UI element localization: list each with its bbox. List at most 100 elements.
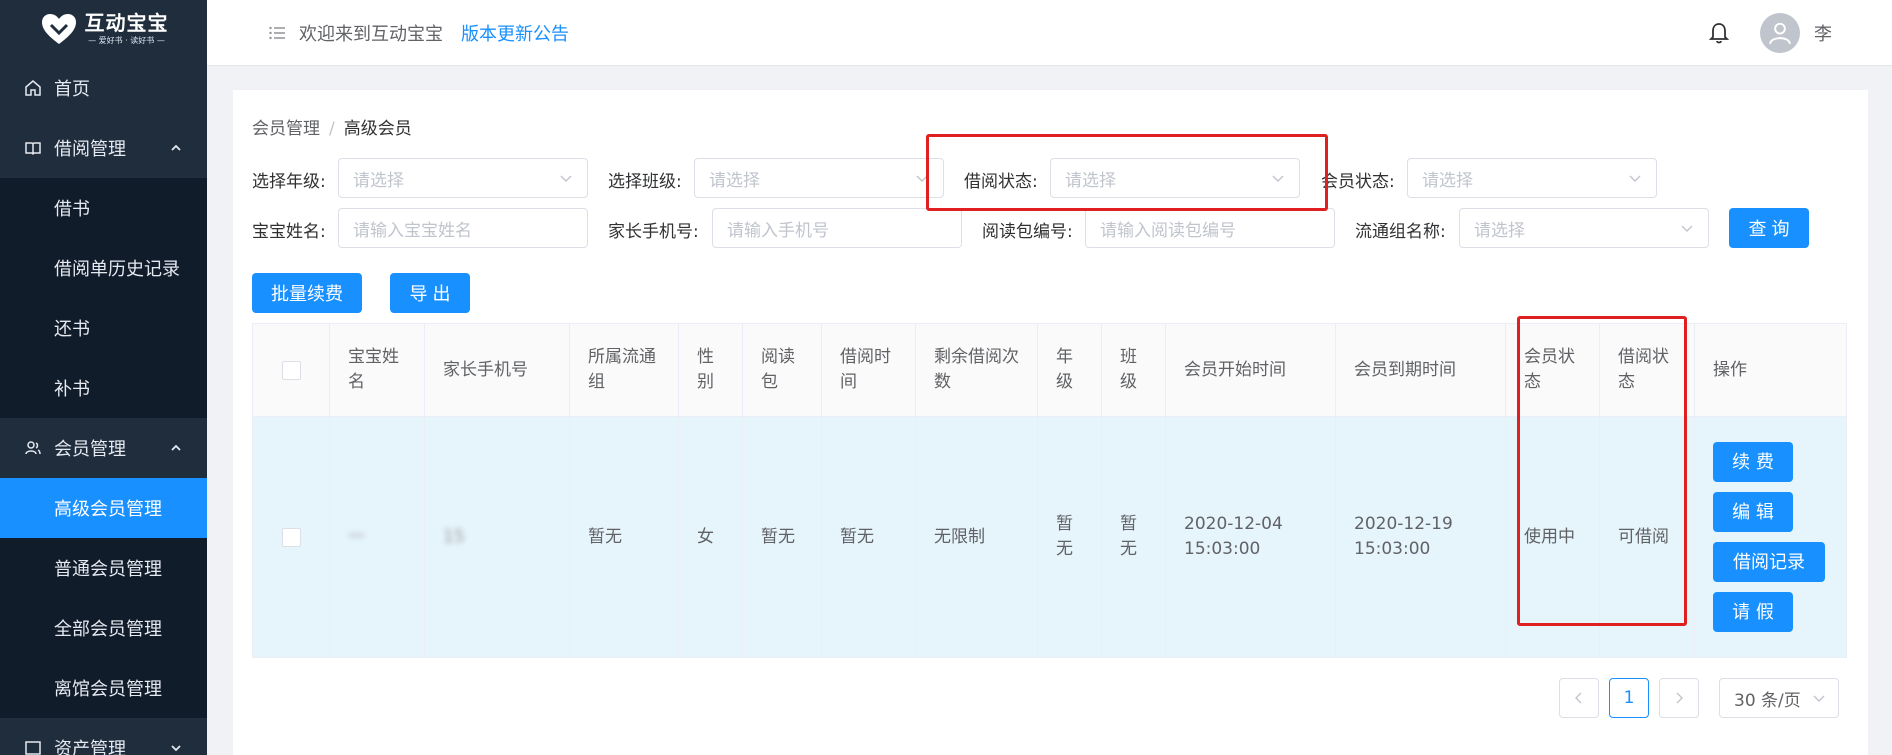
sidebar-group-borrow[interactable]: 借阅管理: [0, 118, 207, 178]
circulation-label: 流通组名称:: [1355, 222, 1446, 242]
announcement-link[interactable]: 版本更新公告: [461, 20, 569, 46]
header-select-all: [253, 324, 330, 416]
sidebar-item-borrow-book[interactable]: 借书: [0, 178, 207, 238]
sidebar-item-return-book[interactable]: 还书: [0, 298, 207, 358]
next-page-button[interactable]: [1659, 678, 1699, 718]
page-scroll-gutter: [1868, 66, 1892, 755]
phone-label: 家长手机号:: [608, 222, 699, 242]
sidebar-item-all-member[interactable]: 全部会员管理: [0, 598, 207, 658]
borrow-status-select[interactable]: 请选择: [1050, 158, 1300, 198]
renew-button[interactable]: 续 费: [1713, 442, 1793, 482]
page-size-select[interactable]: 30 条/页: [1719, 678, 1839, 718]
logo-subtitle: — 爱好书 · 读好书 —: [88, 36, 165, 45]
table-row: 一 15 暂无 女 暂无 暂无 无限制 暂无 暂无 2020-12-04 15:…: [253, 417, 1846, 657]
logo: 互动宝宝 — 爱好书 · 读好书 —: [0, 0, 207, 58]
chevron-down-icon: [1272, 175, 1284, 182]
package-placeholder: 请输入阅读包编号: [1100, 220, 1236, 241]
chevron-down-icon: [916, 175, 928, 182]
phone-placeholder: 请输入手机号: [727, 220, 829, 241]
menu-toggle-icon[interactable]: [269, 26, 285, 40]
grade-label: 选择年级:: [252, 172, 326, 192]
class-select[interactable]: 请选择: [694, 158, 944, 198]
members-table: 宝宝姓名 家长手机号 所属流通组 性别 阅读包 借阅时间 剩余借阅次数 年级 班…: [252, 323, 1847, 658]
query-button[interactable]: 查 询: [1729, 208, 1809, 248]
user-name[interactable]: 李: [1814, 20, 1832, 46]
chevron-down-icon: [171, 745, 181, 752]
home-icon: [24, 79, 42, 97]
users-icon: [24, 439, 42, 457]
phone-value: 15: [443, 526, 465, 547]
logo-heart-icon: [41, 14, 76, 44]
cell-remaining: 无限制: [916, 417, 1038, 657]
package-label: 阅读包编号:: [982, 222, 1073, 242]
export-button[interactable]: 导 出: [390, 273, 470, 313]
sidebar-item-regular-member[interactable]: 普通会员管理: [0, 538, 207, 598]
breadcrumb-current: 高级会员: [343, 119, 412, 139]
chevron-up-icon: [171, 444, 181, 451]
baby-name-input[interactable]: 请输入宝宝姓名: [338, 208, 588, 248]
row-checkbox[interactable]: [281, 527, 301, 547]
page-number-button[interactable]: 1: [1609, 678, 1649, 718]
welcome-text: 欢迎来到互动宝宝: [299, 23, 443, 45]
sidebar-item-label: 离馆会员管理: [54, 679, 162, 700]
edit-button[interactable]: 编 辑: [1713, 492, 1793, 532]
borrow-record-button[interactable]: 借阅记录: [1713, 542, 1825, 582]
prev-page-button[interactable]: [1559, 678, 1599, 718]
batch-renew-button[interactable]: 批量续费: [252, 273, 362, 313]
sidebar-item-borrow-history[interactable]: 借阅单历史记录: [0, 238, 207, 298]
package-input[interactable]: 请输入阅读包编号: [1085, 208, 1335, 248]
sidebar-item-label: 普通会员管理: [54, 559, 162, 580]
column-header: 操作: [1713, 359, 1747, 380]
select-all-checkbox[interactable]: [281, 360, 301, 380]
borrow-status-placeholder: 请选择: [1065, 170, 1116, 191]
chevron-right-icon: [1676, 692, 1683, 704]
top-header: 欢迎来到互动宝宝 版本更新公告 李: [207, 0, 1892, 66]
column-header: 剩余借阅次数: [916, 324, 1038, 416]
member-status-select[interactable]: 请选择: [1407, 158, 1657, 198]
cell-borrow-status: 可借阅: [1600, 417, 1695, 657]
breadcrumb-parent[interactable]: 会员管理: [252, 119, 320, 139]
column-header: 班级: [1102, 324, 1166, 416]
chevron-down-icon: [1813, 695, 1825, 702]
cell-phone: 15: [425, 417, 570, 657]
sidebar-group-asset[interactable]: 资产管理: [0, 718, 207, 755]
column-header: 所属流通组: [570, 324, 679, 416]
circulation-placeholder: 请选择: [1474, 220, 1525, 241]
asset-icon: [24, 739, 42, 755]
leave-button[interactable]: 请 假: [1713, 592, 1793, 632]
grade-placeholder: 请选择: [353, 170, 404, 191]
column-header: 年级: [1038, 324, 1102, 416]
phone-input[interactable]: 请输入手机号: [712, 208, 962, 248]
sidebar-item-label: 还书: [54, 319, 90, 340]
sidebar-group-member[interactable]: 会员管理: [0, 418, 207, 478]
baby-name-value: 一: [348, 526, 365, 547]
table-header-row: 宝宝姓名 家长手机号 所属流通组 性别 阅读包 借阅时间 剩余借阅次数 年级 班…: [253, 324, 1846, 417]
borrow-status-label: 借阅状态:: [964, 172, 1038, 192]
sidebar-group-borrow-label: 借阅管理: [54, 139, 126, 160]
sidebar-item-home-label: 首页: [54, 79, 90, 100]
chevron-left-icon: [1575, 692, 1582, 704]
cell-name: 一: [330, 417, 425, 657]
cell-start-time: 2020-12-04 15:03:00: [1166, 417, 1336, 657]
cell-grade: 暂无: [1038, 417, 1102, 657]
member-status-placeholder: 请选择: [1422, 170, 1473, 191]
cell-gender: 女: [679, 417, 743, 657]
logo-title: 互动宝宝: [84, 11, 169, 35]
circulation-select[interactable]: 请选择: [1459, 208, 1709, 248]
sidebar-item-label: 补书: [54, 379, 90, 400]
sidebar-item-left-member[interactable]: 离馆会员管理: [0, 658, 207, 718]
baby-name-placeholder: 请输入宝宝姓名: [353, 220, 472, 241]
column-header: 性别: [679, 324, 743, 416]
sidebar-item-premium-member[interactable]: 高级会员管理: [0, 478, 207, 538]
column-header: 阅读包: [743, 324, 822, 416]
page-size-value: 30 条/页: [1734, 690, 1801, 711]
bell-icon[interactable]: [1708, 21, 1730, 45]
column-header: 家长手机号: [425, 324, 570, 416]
cell-package: 暂无: [743, 417, 822, 657]
row-select-cell: [253, 417, 330, 657]
sidebar-item-home[interactable]: 首页: [0, 58, 207, 118]
class-placeholder: 请选择: [709, 170, 760, 191]
grade-select[interactable]: 请选择: [338, 158, 588, 198]
sidebar-item-replace-book[interactable]: 补书: [0, 358, 207, 418]
avatar[interactable]: [1760, 13, 1800, 53]
